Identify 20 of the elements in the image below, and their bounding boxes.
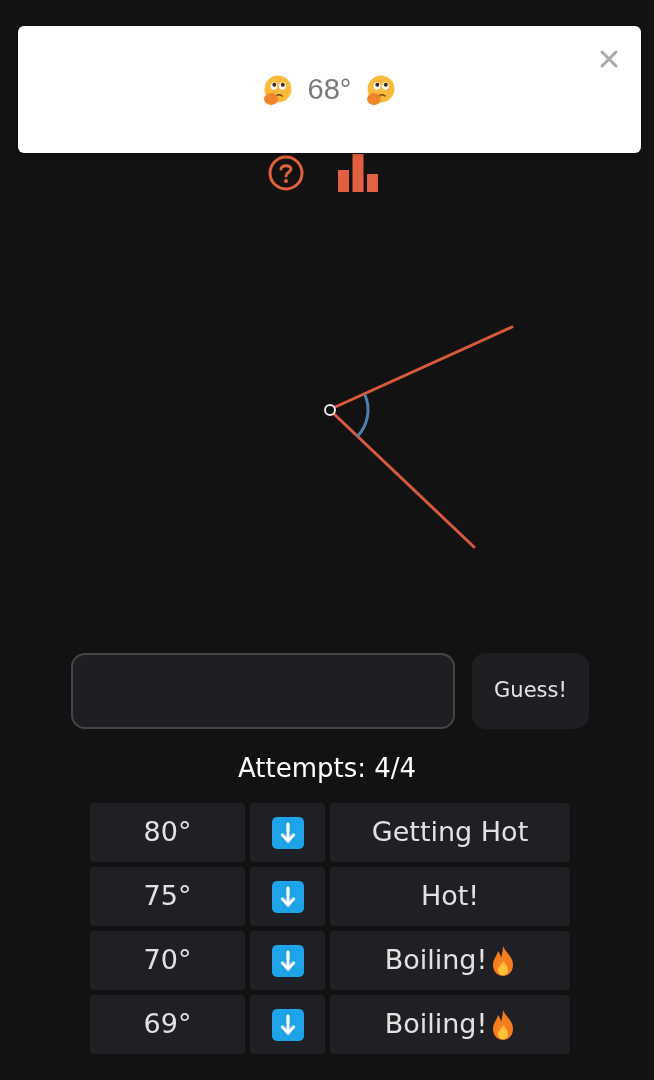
guess-angle-cell: 80° — [90, 803, 245, 862]
attempts-counter: Attempts: 4/4 — [237, 753, 417, 783]
guess-angle-cell: 70° — [90, 931, 245, 990]
fire-icon — [491, 1008, 516, 1041]
close-icon — [599, 49, 619, 69]
angle-input-field[interactable] — [71, 653, 455, 729]
answer-text: 68° — [307, 71, 352, 107]
thinking-face-icon — [261, 73, 294, 106]
feedback-text: Getting Hot — [371, 815, 529, 850]
guess-button[interactable]: Guess! — [472, 653, 589, 729]
help-icon[interactable] — [268, 155, 304, 191]
bar-chart-icon[interactable] — [338, 154, 378, 192]
guess-angle-cell: 69° — [90, 995, 245, 1054]
fire-icon — [491, 944, 516, 977]
vertex-marker-icon — [324, 404, 336, 416]
feedback-text: Boiling! — [384, 943, 488, 978]
feedback-text: Hot! — [420, 879, 480, 914]
feedback-text: Boiling! — [384, 1007, 488, 1042]
angle-arc — [356, 393, 370, 438]
guess-angle-cell: 75° — [90, 867, 245, 926]
